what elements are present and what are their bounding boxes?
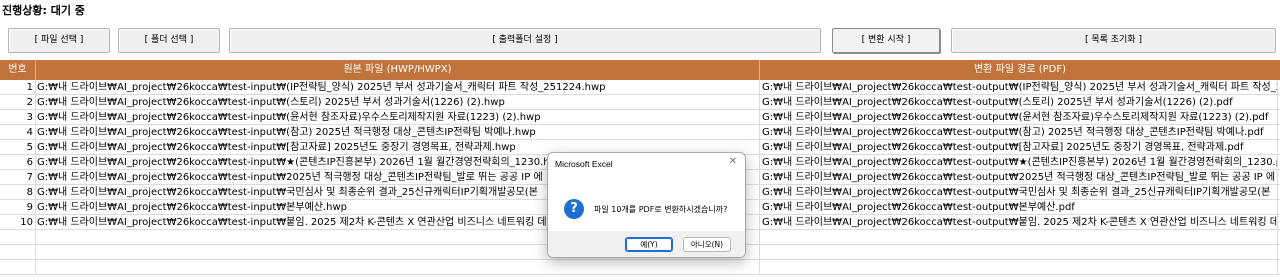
output-folder-button[interactable]: [ 출력폴더 설정 ] (229, 28, 821, 53)
folder-select-button[interactable]: [ 폴더 선택 ] (118, 28, 220, 53)
row-number: 1 (0, 80, 36, 95)
empty-cell (0, 260, 36, 275)
output-path-cell[interactable]: G:₩내 드라이브₩AI_project₩26kocca₩test-output… (760, 125, 1278, 140)
source-file-cell[interactable]: G:₩내 드라이브₩AI_project₩26kocca₩test-input₩… (36, 110, 760, 125)
source-file-cell[interactable]: G:₩내 드라이브₩AI_project₩26kocca₩test-input₩… (36, 125, 760, 140)
header-source-file: 원본 파일 (HWP/HWPX) (36, 60, 760, 80)
dialog-title: Microsoft Excel (555, 159, 613, 169)
source-file-cell[interactable]: G:₩내 드라이브₩AI_project₩26kocca₩test-input₩… (36, 95, 760, 110)
output-path-cell[interactable]: G:₩내 드라이브₩AI_project₩26kocca₩test-output… (760, 110, 1278, 125)
source-file-cell[interactable]: G:₩내 드라이브₩AI_project₩26kocca₩test-input₩… (36, 80, 760, 95)
row-number: 9 (0, 200, 36, 215)
empty-cell (0, 230, 36, 245)
dialog-footer: 예(Y) 아니오(N) (548, 231, 745, 257)
output-path-cell[interactable]: G:₩내 드라이브₩AI_project₩26kocca₩test-output… (760, 170, 1278, 185)
row-number: 5 (0, 140, 36, 155)
empty-row[interactable] (0, 260, 1280, 275)
row-number: 4 (0, 125, 36, 140)
empty-cell[interactable] (36, 260, 760, 275)
toolbar: [ 파일 선택 ] [ 폴더 선택 ] [ 출력폴더 설정 ] [ 변환 시작 … (0, 22, 1280, 60)
empty-cell[interactable] (760, 245, 1278, 260)
table-row[interactable]: 2 G:₩내 드라이브₩AI_project₩26kocca₩test-inpu… (0, 95, 1280, 110)
empty-cell[interactable] (760, 260, 1278, 275)
row-number: 7 (0, 170, 36, 185)
output-path-cell[interactable]: G:₩내 드라이브₩AI_project₩26kocca₩test-output… (760, 155, 1278, 170)
output-path-cell[interactable]: G:₩내 드라이브₩AI_project₩26kocca₩test-output… (760, 140, 1278, 155)
row-number: 6 (0, 155, 36, 170)
row-number: 3 (0, 110, 36, 125)
row-number: 2 (0, 95, 36, 110)
row-number: 8 (0, 185, 36, 200)
confirm-dialog: Microsoft Excel ✕ ? 파일 10개를 PDF로 변환하시겠습니… (547, 152, 746, 258)
table-header: 번호 원본 파일 (HWP/HWPX) 변환 파일 경로 (PDF) (0, 60, 1280, 80)
output-path-cell[interactable]: G:₩내 드라이브₩AI_project₩26kocca₩test-output… (760, 95, 1278, 110)
question-icon: ? (564, 199, 584, 219)
table-row[interactable]: 1 G:₩내 드라이브₩AI_project₩26kocca₩test-inpu… (0, 80, 1280, 95)
file-select-button[interactable]: [ 파일 선택 ] (8, 28, 110, 53)
empty-cell[interactable] (760, 230, 1278, 245)
output-path-cell[interactable]: G:₩내 드라이브₩AI_project₩26kocca₩test-output… (760, 200, 1278, 215)
header-number: 번호 (0, 60, 36, 80)
empty-cell (0, 245, 36, 260)
output-path-cell[interactable]: G:₩내 드라이브₩AI_project₩26kocca₩test-output… (760, 80, 1278, 95)
close-icon[interactable]: ✕ (729, 156, 737, 167)
dialog-message: 파일 10개를 PDF로 변환하시겠습니까? (594, 205, 728, 214)
convert-start-button[interactable]: [ 변환 시작 ] (832, 28, 940, 53)
output-path-cell[interactable]: G:₩내 드라이브₩AI_project₩26kocca₩test-output… (760, 185, 1278, 200)
table-row[interactable]: 4 G:₩내 드라이브₩AI_project₩26kocca₩test-inpu… (0, 125, 1280, 140)
reset-list-button[interactable]: [ 목록 초기화 ] (951, 28, 1276, 53)
table-row[interactable]: 3 G:₩내 드라이브₩AI_project₩26kocca₩test-inpu… (0, 110, 1280, 125)
output-path-cell[interactable]: G:₩내 드라이브₩AI_project₩26kocca₩test-output… (760, 215, 1278, 230)
progress-status: 진행상황: 대기 중 (2, 4, 85, 17)
row-number: 10 (0, 215, 36, 230)
header-output-path: 변환 파일 경로 (PDF) (973, 64, 1067, 75)
yes-button[interactable]: 예(Y) (625, 237, 673, 252)
no-button[interactable]: 아니오(N) (683, 237, 731, 252)
